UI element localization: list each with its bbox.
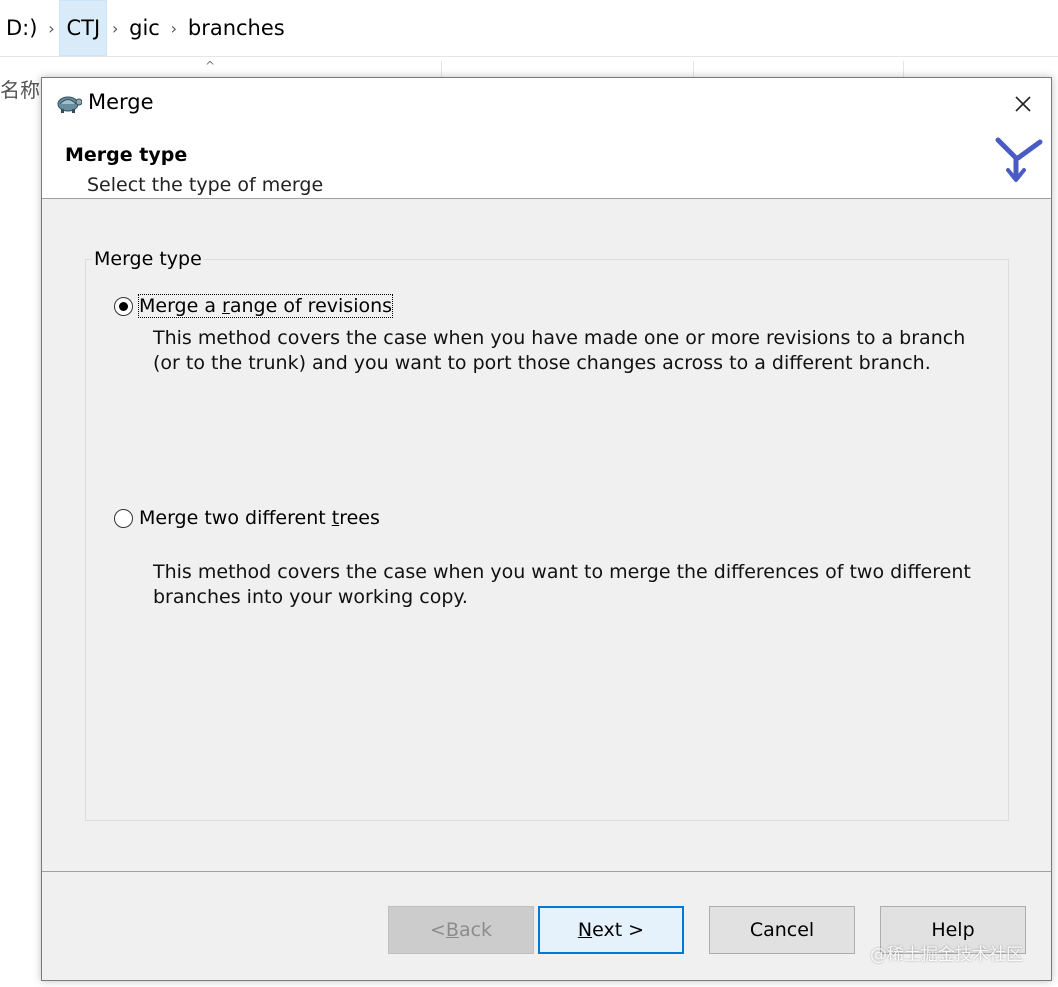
radio-label[interactable]: Merge a range of revisions bbox=[137, 294, 394, 318]
option-description: This method covers the case when you wan… bbox=[153, 561, 971, 608]
column-separator[interactable] bbox=[441, 61, 442, 77]
tortoise-icon bbox=[57, 96, 82, 113]
radio-merge-range[interactable]: Merge a range of revisions bbox=[114, 294, 394, 318]
divider bbox=[42, 871, 1051, 872]
address-bar[interactable]: D:) › CTJ › gic › branches bbox=[0, 0, 1058, 57]
option-description: This method covers the case when you hav… bbox=[153, 327, 966, 374]
merge-icon bbox=[995, 137, 1043, 182]
radio-label[interactable]: Merge two different trees bbox=[139, 507, 380, 529]
group-title: Merge type bbox=[92, 248, 204, 270]
title-bar[interactable]: Merge bbox=[42, 78, 1051, 128]
chevron-right-icon[interactable]: › bbox=[107, 0, 123, 56]
breadcrumb-label: CTJ bbox=[66, 16, 101, 40]
column-name-header[interactable]: 名称 bbox=[0, 74, 40, 103]
column-separator[interactable] bbox=[903, 61, 904, 77]
chevron-right-icon[interactable]: › bbox=[43, 0, 59, 56]
next-button[interactable]: Next > bbox=[538, 906, 684, 954]
watermark: @稀土掘金技术社区 bbox=[870, 945, 1023, 965]
radio-button-selected[interactable] bbox=[114, 296, 133, 316]
page-subtitle: Select the type of merge bbox=[87, 174, 324, 196]
back-button[interactable]: < Back bbox=[388, 906, 534, 954]
column-header bbox=[0, 57, 1058, 77]
wizard-header: Merge type Select the type of merge bbox=[42, 128, 1051, 199]
merge-dialog: Merge Merge type Select the type of merg… bbox=[41, 77, 1052, 981]
breadcrumb-label: gic bbox=[129, 16, 160, 40]
column-separator[interactable] bbox=[693, 61, 694, 77]
page-title: Merge type bbox=[65, 144, 188, 166]
radio-button[interactable] bbox=[114, 508, 133, 528]
breadcrumb-label: branches bbox=[187, 16, 285, 40]
sort-ascending-icon: ^ bbox=[205, 59, 216, 73]
dialog-title: Merge bbox=[88, 90, 154, 114]
cancel-button[interactable]: Cancel bbox=[709, 906, 855, 954]
radio-merge-trees[interactable]: Merge two different trees bbox=[114, 507, 380, 529]
breadcrumb-gic[interactable]: gic bbox=[123, 0, 166, 56]
breadcrumb-branches[interactable]: branches bbox=[182, 0, 291, 56]
breadcrumb-label: D:) bbox=[6, 16, 38, 40]
close-icon[interactable] bbox=[1009, 90, 1037, 118]
chevron-right-icon[interactable]: › bbox=[166, 0, 182, 56]
breadcrumb-drive[interactable]: D:) bbox=[0, 0, 43, 56]
breadcrumb-ctj[interactable]: CTJ bbox=[59, 0, 108, 56]
